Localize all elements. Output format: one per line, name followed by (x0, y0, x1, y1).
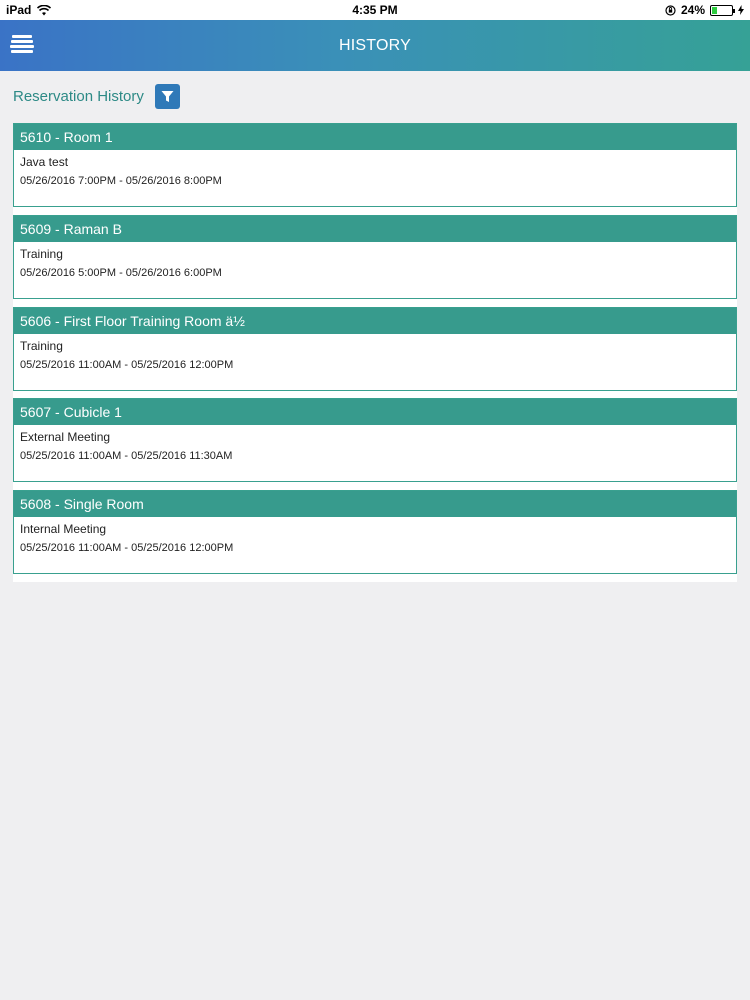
reservation-subject: Training (20, 339, 63, 353)
reservation-list: 5610 - Room 1 Java test 05/26/2016 7:00P… (13, 123, 737, 582)
reservation-card[interactable]: 5608 - Single Room Internal Meeting 05/2… (13, 490, 737, 574)
reservation-title: 5609 - Raman B (14, 216, 736, 242)
header-title: HISTORY (339, 37, 411, 54)
reservation-time: 05/25/2016 11:00AM - 05/25/2016 12:00PM (20, 359, 234, 371)
reservation-subject: Java test (20, 155, 69, 169)
reservation-card[interactable]: 5607 - Cubicle 1 External Meeting 05/25/… (13, 398, 737, 482)
charging-icon (738, 5, 744, 15)
reservation-time: 05/25/2016 11:00AM - 05/25/2016 11:30AM (20, 450, 233, 462)
reservation-subject: External Meeting (20, 430, 111, 444)
reservation-card[interactable]: 5610 - Room 1 Java test 05/26/2016 7:00P… (13, 123, 737, 207)
reservation-subject: Internal Meeting (20, 522, 107, 536)
reservation-time: 05/25/2016 11:00AM - 05/25/2016 12:00PM (20, 542, 234, 554)
reservation-title: 5608 - Single Room (14, 491, 736, 517)
app-header: HISTORY (0, 20, 750, 71)
reservation-title: 5607 - Cubicle 1 (14, 399, 736, 425)
reservation-title: 5606 - First Floor Training Room ä½ (14, 308, 736, 334)
status-bar: iPad 4:35 PM 24% (0, 0, 750, 20)
reservation-card[interactable]: 5609 - Raman B Training 05/26/2016 5:00P… (13, 215, 737, 299)
status-time: 4:35 PM (352, 3, 398, 17)
reservation-subject: Training (20, 247, 63, 261)
filter-button[interactable] (155, 84, 180, 109)
battery-icon (710, 4, 735, 16)
filter-icon (161, 91, 174, 102)
battery-percent: 24% (680, 3, 705, 17)
rotation-lock-icon (665, 4, 676, 16)
status-right: 24% (665, 3, 744, 17)
reservation-title: 5610 - Room 1 (14, 124, 736, 150)
reservation-card[interactable]: 5606 - First Floor Training Room ä½ Trai… (13, 307, 737, 391)
reservation-time: 05/26/2016 5:00PM - 05/26/2016 6:00PM (20, 267, 222, 279)
page-title: Reservation History (13, 88, 144, 105)
reservation-time: 05/26/2016 7:00PM - 05/26/2016 8:00PM (20, 175, 222, 187)
